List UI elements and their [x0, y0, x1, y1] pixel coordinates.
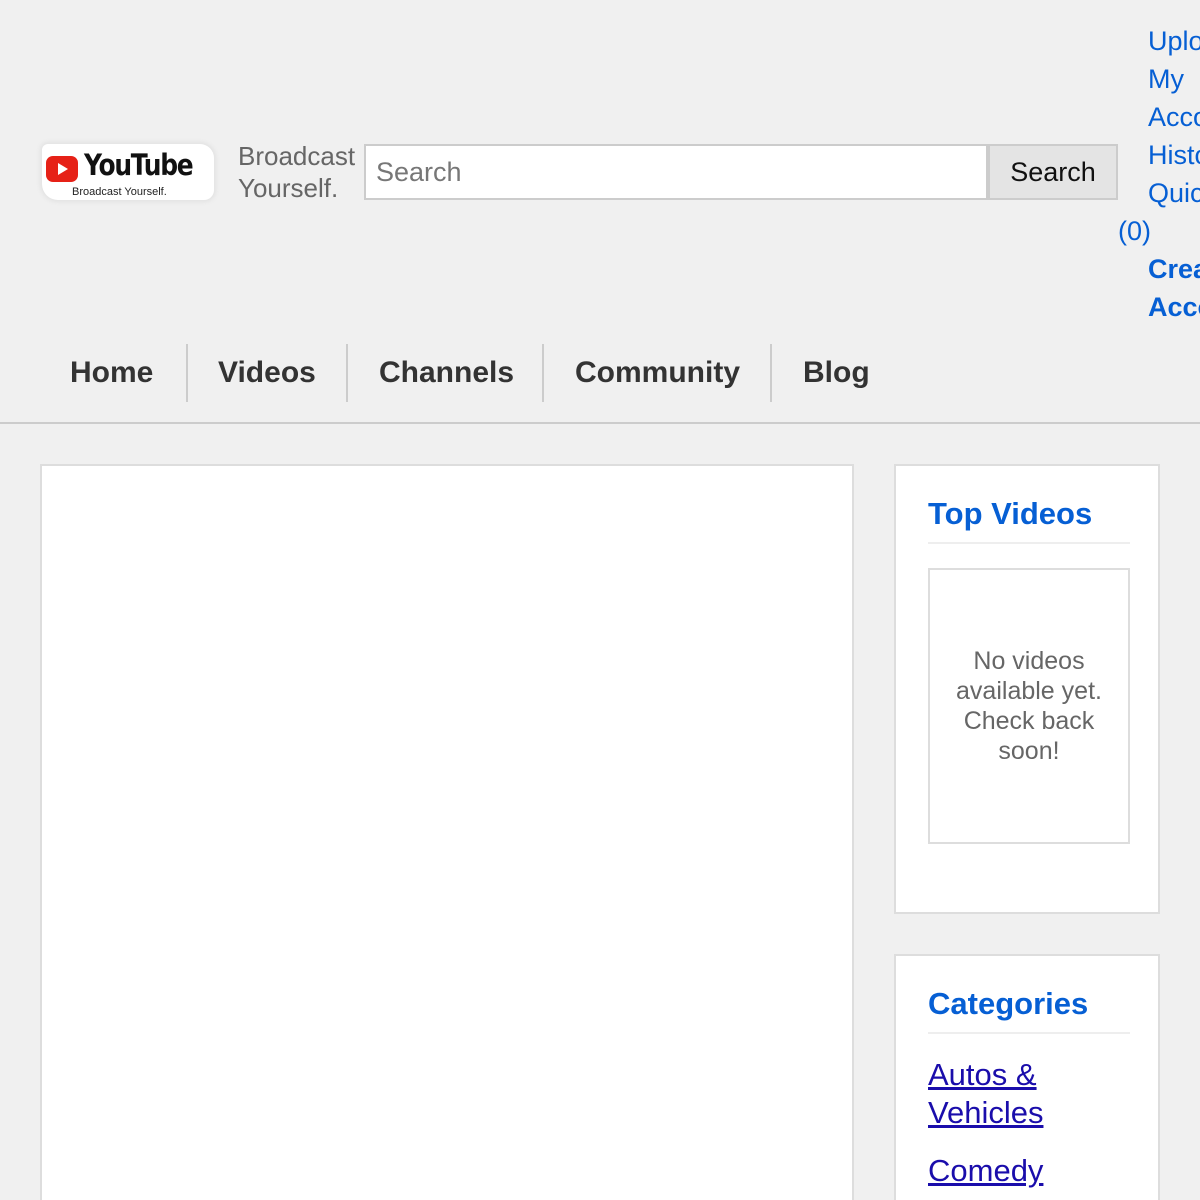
nav-divider: [346, 344, 348, 402]
nav-tab-videos[interactable]: Videos: [218, 344, 316, 402]
nav-tab-home[interactable]: Home: [70, 344, 153, 402]
empty-message: No videos available yet. Check back soon…: [956, 647, 1102, 765]
history-link[interactable]: History: [1148, 140, 1200, 170]
nav-divider: [770, 344, 772, 402]
nav-tab-channels[interactable]: Channels: [379, 344, 514, 402]
category-comedy[interactable]: Comedy: [928, 1152, 1148, 1190]
nav-tab-community[interactable]: Community: [575, 344, 740, 402]
youtube-logo[interactable]: YouTube Broadcast Yourself.: [40, 140, 218, 204]
page: YouTube Broadcast Yourself. Broadcast Yo…: [0, 0, 1200, 1200]
logo-tagline: Broadcast Yourself.: [72, 186, 167, 198]
top-videos-empty-state: No videos available yet. Check back soon…: [928, 568, 1130, 844]
nav-divider: [542, 344, 544, 402]
search-input[interactable]: [364, 144, 988, 200]
my-account-link[interactable]: My Account: [1148, 64, 1200, 132]
nav-divider: [186, 344, 188, 402]
quicklist-count: (0): [1118, 216, 1151, 246]
play-icon: [46, 156, 78, 182]
logo-badge: YouTube Broadcast Yourself.: [42, 144, 214, 200]
site-tagline: Broadcast Yourself.: [238, 140, 355, 204]
main-content-panel: [40, 464, 854, 1200]
logo-wordmark: YouTube: [84, 148, 194, 182]
categories-heading: Categories: [928, 986, 1130, 1034]
nav-tab-blog[interactable]: Blog: [803, 344, 870, 402]
quicklist-link[interactable]: QuickList: [1148, 178, 1200, 208]
user-links: Upload My Account History QuickList (0) …: [1118, 22, 1200, 326]
search-button[interactable]: Search: [988, 144, 1118, 200]
categories-box: Categories Autos & Vehicles Comedy: [894, 954, 1160, 1200]
top-videos-heading: Top Videos: [928, 496, 1130, 544]
category-autos-vehicles[interactable]: Autos & Vehicles: [928, 1056, 1148, 1132]
upload-link[interactable]: Upload: [1148, 26, 1200, 56]
tagline-line-1: Broadcast: [238, 141, 356, 171]
create-account-link[interactable]: Create Account: [1148, 254, 1200, 322]
category-list: Autos & Vehicles Comedy: [928, 1056, 1148, 1200]
main-nav: Home Videos Channels Community Blog: [0, 344, 1200, 424]
tagline-line-2: Yourself.: [238, 173, 339, 203]
top-videos-box: Top Videos No videos available yet. Chec…: [894, 464, 1160, 914]
